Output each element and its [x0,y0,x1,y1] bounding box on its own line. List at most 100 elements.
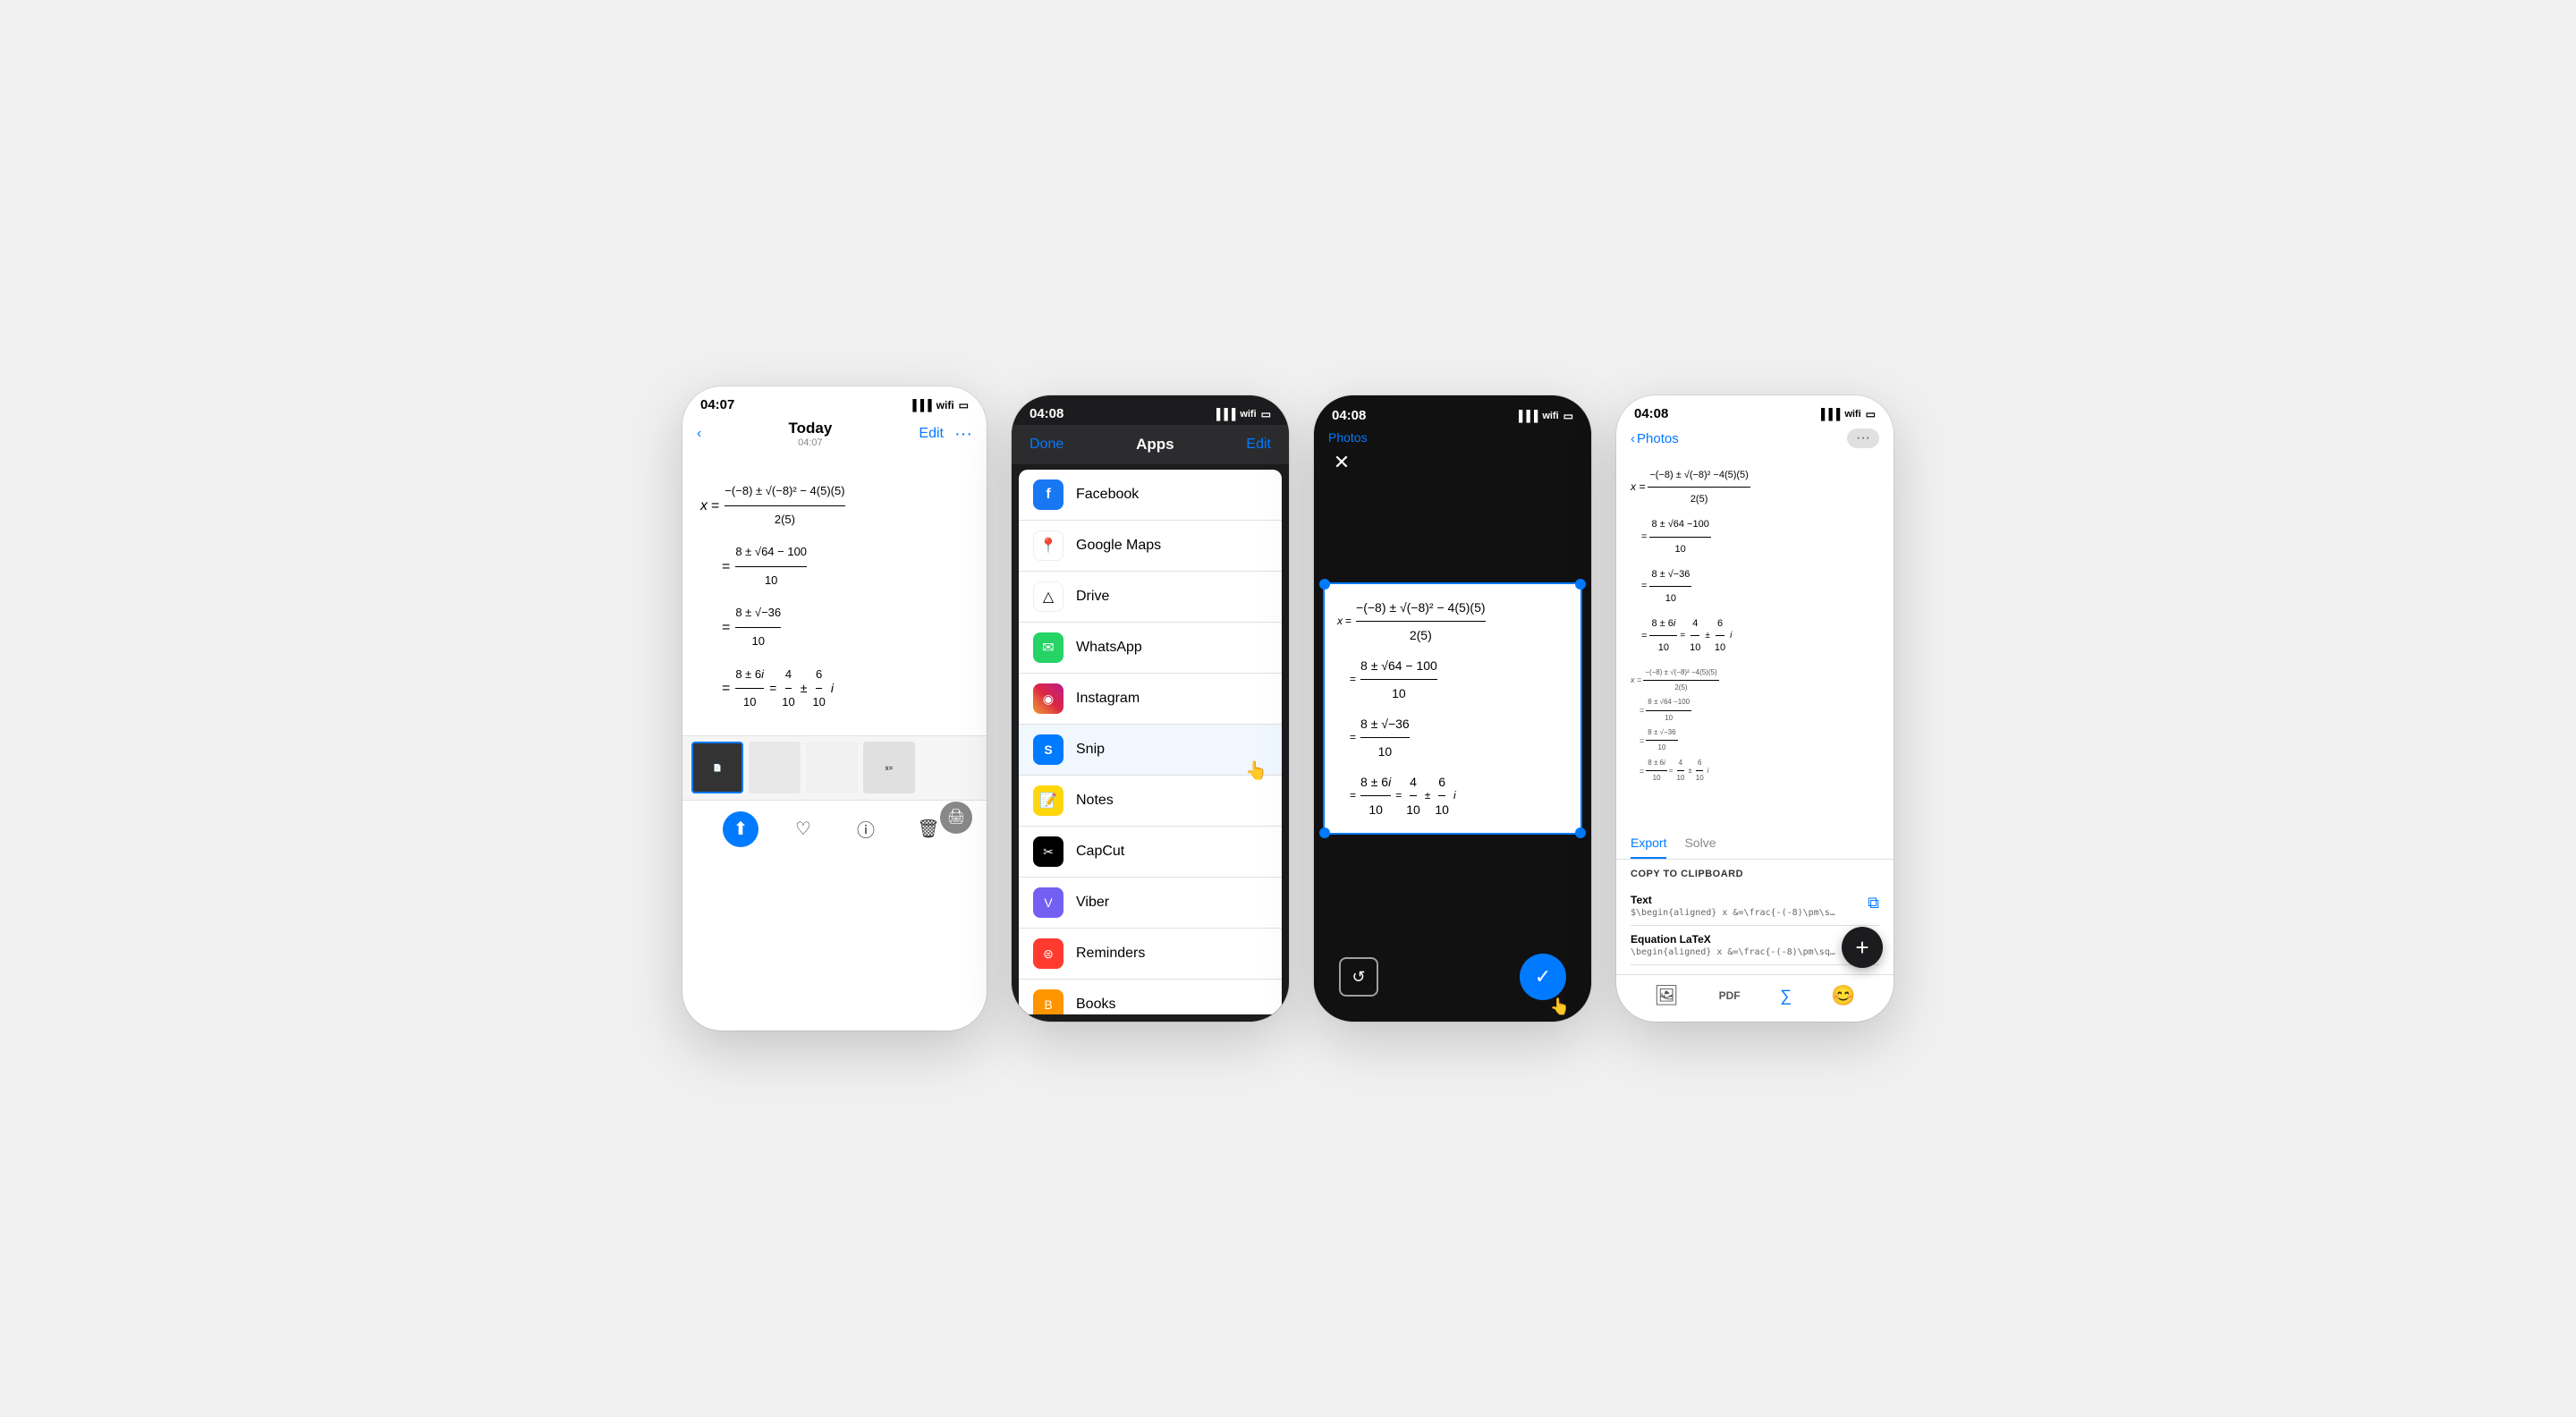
thumbnail-3[interactable] [806,742,858,793]
rotate-button[interactable]: ↺ [1339,957,1378,997]
app-item-google-maps[interactable]: 📍 Google Maps [1019,521,1282,572]
google-maps-label: Google Maps [1076,538,1161,554]
whatsapp-icon: ✉ [1033,632,1063,663]
app-item-snip[interactable]: S Snip 👆 [1019,725,1282,776]
books-label: Books [1076,997,1115,1013]
notes-label: Notes [1076,793,1114,809]
photos-back-button[interactable]: ‹ Photos [1631,431,1679,446]
capcut-label: CapCut [1076,844,1124,860]
phone3-bottom-controls: ↺ ✓ 👆 [1314,941,1591,1022]
copy-row-text: Text $\begin{aligned} x &=\frac{-(-8)\pm… [1631,887,1879,926]
app-item-reminders[interactable]: ⊜ Reminders [1019,929,1282,980]
app-item-whatsapp[interactable]: ✉ WhatsApp [1019,623,1282,674]
app-item-notes[interactable]: 📝 Notes [1019,776,1282,827]
phone3-crop: 04:08 ▐▐▐ wifi ▭ Photos ✕ [1314,395,1591,1022]
heart-button[interactable]: ♡ [785,811,821,847]
phone1-more-button[interactable]: ··· [954,424,972,445]
phone3-status-bar: 04:08 ▐▐▐ wifi ▭ [1314,395,1591,427]
phone1-nav-title: Today [788,420,832,437]
phone1-back-button[interactable]: ‹ [697,426,701,442]
facebook-icon: f [1033,479,1063,510]
thumbnail-4[interactable]: x= [863,742,915,793]
image-icon[interactable]: 🖼 [1654,984,1679,1007]
books-icon: B [1033,989,1063,1014]
phone4-snip: 04:08 ▐▐▐ wifi ▭ ‹ Photos ··· [1616,395,1894,1022]
copy-latex-value: \begin{aligned} x &=\frac{-(-8)\pm\sqrt{… [1631,947,1836,957]
hand-cursor-confirm: 👆 [1550,997,1570,1016]
app-item-facebook[interactable]: f Facebook [1019,470,1282,521]
fab-add-button[interactable]: + [1842,927,1883,968]
copy-text-button[interactable]: ⧉ [1868,894,1879,912]
signal-icon: ▐▐▐ [1818,408,1841,420]
reminders-icon: ⊜ [1033,938,1063,969]
notes-icon: 📝 [1033,785,1063,816]
phone3-inner: 04:08 ▐▐▐ wifi ▭ Photos ✕ [1314,395,1591,1022]
reminders-label: Reminders [1076,946,1145,962]
instagram-label: Instagram [1076,691,1140,707]
instagram-icon: ◉ [1033,683,1063,714]
phone4-math-display: x = −(−8) ± √(−8)² −4(5)(5) 2(5) = 8 ± √… [1616,455,1894,828]
app-item-books[interactable]: B Books [1019,980,1282,1014]
phone3-time: 04:08 [1332,408,1366,423]
info-button[interactable]: ⓘ [848,811,884,847]
phone4-bottom-icons: 🖼 PDF ∑ 😊 [1616,974,1894,1022]
phone2-inner: 04:08 ▐▐▐ wifi ▭ Done Apps Edit f [1012,395,1289,1022]
corner-tr [1575,579,1586,590]
phone3-icons: ▐▐▐ wifi ▭ [1515,410,1573,422]
corner-tl [1319,579,1330,590]
phone1-edit-button[interactable]: Edit [919,426,944,442]
thumbnail-1[interactable]: 📄 [691,742,743,793]
thumbnail-2[interactable] [749,742,801,793]
hand-cursor-icon: 👆 [1245,759,1267,782]
app-item-drive[interactable]: △ Drive [1019,572,1282,623]
app-item-viber[interactable]: V Viber [1019,878,1282,929]
photos-back-label[interactable]: Photos [1328,430,1368,445]
done-button[interactable]: Done [1030,437,1063,453]
phone2-status-bar: 04:08 ▐▐▐ wifi ▭ [1012,395,1289,425]
phone1-math-area: x = −(−8) ± √(−8)² − 4(5)(5) 2(5) = 8 ± … [682,455,987,735]
math-icon[interactable]: ∑ [1780,987,1792,1005]
export-tab[interactable]: Export [1631,828,1666,859]
share-button[interactable]: ⬆ [723,811,758,847]
face-icon[interactable]: 😊 [1831,984,1855,1007]
thumbnail-strip: 📄 x= [682,735,987,800]
apps-title: Apps [1063,436,1246,454]
apps-edit-button[interactable]: Edit [1246,437,1271,453]
phone1-nav-bar: ‹ Today 04:07 Edit ··· [682,416,987,455]
math-line4: = 8 ± 6i 10 = 4 10 ± 6 10 [700,662,969,716]
app-item-capcut[interactable]: ✂ CapCut [1019,827,1282,878]
phone1-nav-subtitle: 04:07 [788,437,832,448]
signal-icon: ▐▐▐ [1213,408,1236,420]
phone1-status-bar: 04:07 ▐▐▐ wifi ▭ [682,386,987,416]
math-line1: x = −(−8) ± √(−8)² − 4(5)(5) 2(5) [700,479,969,532]
copy-text-value: $\begin{aligned} x &=\frac{-(-8)\pm\sqrt… [1631,908,1836,918]
wifi-icon: wifi [936,399,954,412]
scene: 04:07 ▐▐▐ wifi ▭ ‹ Today 04:07 Edit ··· [647,351,1929,1066]
capcut-icon: ✂ [1033,836,1063,867]
signal-icon: ▐▐▐ [1515,410,1538,422]
battery-icon: ▭ [1261,408,1271,420]
corner-bl [1319,827,1330,838]
result-tabs: Export Solve [1616,828,1894,860]
facebook-label: Facebook [1076,487,1139,503]
pdf-icon[interactable]: PDF [1719,989,1741,1002]
app-item-instagram[interactable]: ◉ Instagram [1019,674,1282,725]
math-main-column: x = −(−8) ± √(−8)² −4(5)(5) 2(5) = 8 ± √… [1631,464,1879,785]
wifi-icon: wifi [1542,411,1558,421]
phone4-status-icons: ▐▐▐ wifi ▭ [1818,408,1876,420]
phone4-time: 04:08 [1634,406,1668,421]
phone2-status-icons: ▐▐▐ wifi ▭ [1213,408,1271,420]
copy-latex-label: Equation LaTeX [1631,933,1836,946]
phone3-nav: Photos [1314,427,1591,448]
phone1-time: 04:07 [700,397,734,412]
viber-label: Viber [1076,895,1109,911]
more-options-button[interactable]: ··· [1847,428,1879,448]
share-header: Done Apps Edit [1012,425,1289,464]
selection-box: x = −(−8) ± √(−8)² − 4(5)(5) 2(5) = 8 ± … [1323,582,1582,835]
solve-tab[interactable]: Solve [1684,828,1716,859]
drive-label: Drive [1076,589,1109,605]
close-button[interactable]: ✕ [1328,449,1355,476]
math-line2: = 8 ± √64 − 100 10 [700,539,969,593]
confirm-button[interactable]: ✓ 👆 [1520,954,1566,1000]
corner-br [1575,827,1586,838]
